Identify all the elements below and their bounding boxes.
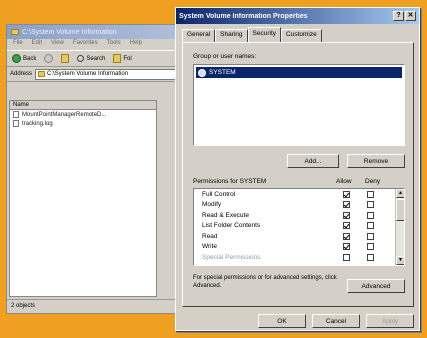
folder-icon bbox=[38, 71, 46, 77]
back-arrow-icon bbox=[12, 54, 21, 63]
folder-icon bbox=[11, 29, 19, 35]
help-button[interactable]: ? bbox=[393, 11, 404, 21]
status-bar: 2 objects bbox=[7, 299, 201, 313]
list-item[interactable]: tracking.log bbox=[10, 119, 156, 128]
forward-arrow-icon bbox=[44, 54, 54, 63]
menu-view[interactable]: View bbox=[51, 40, 64, 49]
up-folder-icon bbox=[61, 54, 70, 63]
file-list: Name MountPointManagerRemoteD... trackin… bbox=[9, 100, 157, 297]
explorer-title-bar[interactable]: C:\System Volume Information bbox=[7, 25, 201, 39]
column-header-name[interactable]: Name bbox=[10, 101, 156, 110]
explorer-title: C:\System Volume Information bbox=[22, 28, 117, 36]
tab-security[interactable]: Security bbox=[247, 27, 282, 42]
explorer-toolbar: Back Search Fol bbox=[7, 50, 201, 67]
tab-strip: General Sharing Security Customize bbox=[182, 27, 322, 42]
add-button[interactable]: Add... bbox=[287, 154, 339, 168]
tab-general[interactable]: General bbox=[182, 29, 216, 42]
file-icon bbox=[13, 111, 19, 118]
file-icon bbox=[13, 120, 19, 127]
permission-row: Full Control bbox=[194, 189, 404, 200]
menu-tools[interactable]: Tools bbox=[107, 40, 121, 49]
back-label: Back bbox=[23, 55, 37, 62]
user-icon bbox=[198, 68, 206, 77]
folders-icon bbox=[113, 54, 122, 63]
advanced-button[interactable]: Advanced bbox=[347, 279, 405, 293]
permission-name: Special Permissions bbox=[202, 253, 261, 261]
allow-checkbox[interactable] bbox=[342, 201, 350, 209]
file-name: MountPointManagerRemoteD... bbox=[22, 111, 107, 118]
permissions-list: Full Control Modify Read & Execute List … bbox=[193, 188, 405, 266]
deny-checkbox[interactable] bbox=[366, 232, 374, 240]
deny-checkbox[interactable] bbox=[366, 211, 374, 219]
up-folder-button[interactable] bbox=[59, 52, 71, 65]
security-panel: Group or user names: SYSTEM Add... Remov… bbox=[182, 42, 414, 307]
permissions-label: Permissions for SYSTEM bbox=[193, 178, 267, 185]
menu-help[interactable]: Help bbox=[130, 40, 142, 49]
deny-header: Deny bbox=[365, 178, 381, 185]
ok-button[interactable]: OK bbox=[258, 314, 306, 328]
deny-checkbox[interactable] bbox=[366, 190, 374, 198]
permission-row: List Folder Contents bbox=[194, 221, 404, 232]
allow-checkbox[interactable] bbox=[342, 243, 350, 251]
permission-name: Write bbox=[202, 243, 218, 251]
address-value: C:\System Volume Information bbox=[47, 71, 129, 77]
scroll-thumb[interactable] bbox=[396, 199, 404, 221]
menu-edit[interactable]: Edit bbox=[32, 40, 42, 49]
user-name: SYSTEM bbox=[209, 69, 236, 76]
back-button[interactable]: Back bbox=[10, 52, 38, 65]
apply-button[interactable]: Apply bbox=[366, 314, 414, 328]
folders-label: Fol bbox=[123, 55, 132, 62]
permission-name: Full Control bbox=[202, 190, 236, 198]
permission-name: Read bbox=[202, 232, 218, 240]
title-controls: ? ✕ bbox=[393, 11, 416, 21]
permission-row: Read bbox=[194, 231, 404, 242]
remove-button[interactable]: Remove bbox=[347, 154, 405, 168]
explorer-menu-bar: File Edit View Favorites Tools Help bbox=[7, 39, 201, 50]
scroll-up-icon[interactable]: ▲ bbox=[396, 189, 404, 198]
search-label: Search bbox=[86, 55, 106, 62]
address-field[interactable]: C:\System Volume Information bbox=[35, 68, 198, 80]
folders-button[interactable]: Fol bbox=[111, 52, 133, 65]
group-label: Group or user names: bbox=[193, 53, 257, 60]
address-label: Address bbox=[10, 71, 33, 77]
search-button[interactable]: Search bbox=[75, 52, 107, 65]
dialog-title: System Volume Information Properties bbox=[179, 12, 308, 20]
address-bar: Address C:\System Volume Information bbox=[7, 67, 201, 82]
allow-checkbox[interactable] bbox=[342, 222, 350, 230]
permission-row: Modify bbox=[194, 200, 404, 211]
allow-checkbox[interactable] bbox=[342, 190, 350, 198]
permission-row: Write bbox=[194, 242, 404, 253]
close-button[interactable]: ✕ bbox=[405, 11, 416, 21]
search-icon bbox=[77, 55, 85, 62]
menu-file[interactable]: File bbox=[13, 40, 23, 49]
cancel-button[interactable]: Cancel bbox=[312, 314, 360, 328]
permission-row: Read & Execute bbox=[194, 210, 404, 221]
allow-checkbox[interactable] bbox=[342, 211, 350, 219]
dialog-title-bar[interactable]: System Volume Information Properties ? ✕ bbox=[176, 8, 419, 24]
forward-button[interactable] bbox=[42, 52, 55, 65]
file-name: tracking.log bbox=[22, 120, 53, 127]
permission-name: Modify bbox=[202, 201, 222, 209]
list-item[interactable]: MountPointManagerRemoteD... bbox=[10, 110, 156, 119]
permissions-scrollbar[interactable]: ▲ ▼ bbox=[395, 189, 404, 265]
user-item-system[interactable]: SYSTEM bbox=[196, 67, 402, 78]
deny-checkbox[interactable] bbox=[366, 253, 374, 261]
allow-checkbox[interactable] bbox=[342, 232, 350, 240]
tab-customize[interactable]: Customize bbox=[281, 29, 322, 42]
permission-name: List Folder Contents bbox=[202, 222, 261, 230]
explorer-window: C:\System Volume Information File Edit V… bbox=[6, 24, 202, 314]
allow-checkbox[interactable] bbox=[342, 253, 350, 261]
permission-row: Special Permissions bbox=[194, 252, 404, 263]
special-permissions-info: For special permissions or for advanced … bbox=[193, 275, 337, 289]
scroll-down-icon[interactable]: ▼ bbox=[396, 256, 404, 265]
menu-favorites[interactable]: Favorites bbox=[73, 40, 98, 49]
user-list[interactable]: SYSTEM bbox=[193, 64, 405, 146]
deny-checkbox[interactable] bbox=[366, 222, 374, 230]
permission-name: Read & Execute bbox=[202, 211, 249, 219]
deny-checkbox[interactable] bbox=[366, 201, 374, 209]
tab-sharing[interactable]: Sharing bbox=[215, 29, 248, 42]
allow-header: Allow bbox=[336, 178, 352, 185]
properties-dialog: System Volume Information Properties ? ✕… bbox=[175, 7, 420, 331]
deny-checkbox[interactable] bbox=[366, 243, 374, 251]
